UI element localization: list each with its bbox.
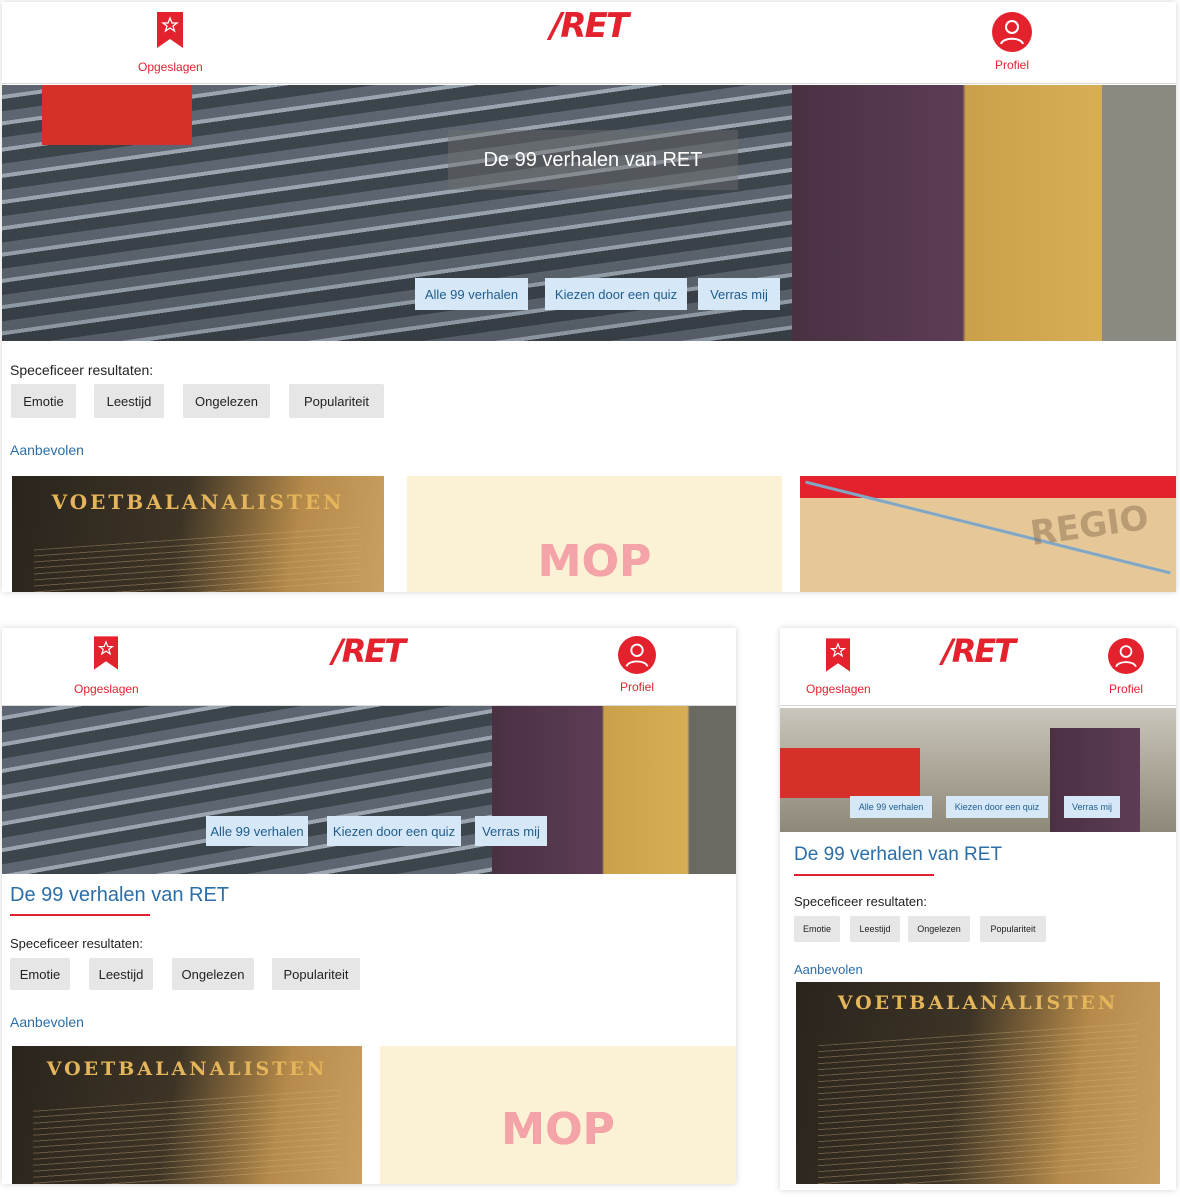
card-title: MOP (537, 536, 652, 587)
filter-ongelezen[interactable]: Ongelezen (172, 958, 254, 990)
story-card-mop[interactable]: MOP (407, 476, 782, 592)
person-figure (792, 85, 1102, 341)
story-card-voetbal[interactable]: VOETBALANALISTEN (12, 476, 384, 592)
saved-nav[interactable]: Opgeslagen (74, 636, 139, 696)
ret-logo[interactable]: /RET (332, 632, 406, 670)
site-header: Opgeslagen /RET Profiel (2, 628, 736, 706)
bookmark-star-icon (826, 638, 851, 672)
card-text-lines (33, 1089, 341, 1184)
story-card-regio[interactable]: REGIO (800, 476, 1176, 592)
title-underline (10, 914, 150, 916)
recommended-label: Aanbevolen (10, 1014, 84, 1030)
platform-edge (1102, 85, 1176, 341)
filter-label: Speceficeer resultaten: (10, 362, 154, 378)
filter-leestijd[interactable]: Leestijd (850, 916, 900, 942)
recommended-label: Aanbevolen (794, 962, 863, 977)
site-header: Opgeslagen /RET Profiel (780, 628, 1176, 706)
filter-leestijd[interactable]: Leestijd (94, 384, 164, 418)
quiz-button[interactable]: Kiezen door een quiz (946, 796, 1048, 818)
profile-nav[interactable]: Profiel (618, 636, 656, 694)
surprise-button[interactable]: Verras mij (1064, 796, 1120, 818)
all-stories-button[interactable]: Alle 99 verhalen (206, 816, 308, 846)
all-stories-button[interactable]: Alle 99 verhalen (850, 796, 932, 818)
story-card-voetbal[interactable]: VOETBALANALISTEN (796, 982, 1160, 1184)
hero-banner: Alle 99 verhalen Kiezen door een quiz Ve… (780, 708, 1176, 832)
surprise-button[interactable]: Verras mij (698, 278, 780, 310)
card-title: VOETBALANALISTEN (46, 1058, 328, 1080)
profile-label: Profiel (994, 58, 1029, 72)
surprise-button[interactable]: Verras mij (475, 816, 547, 846)
desktop-frame: Opgeslagen /RET Profiel De 99 verhalen v… (2, 2, 1176, 592)
person-figure (492, 706, 736, 874)
card-title: MOP (501, 1104, 615, 1155)
saved-label: Opgeslagen (138, 60, 203, 74)
bookmark-star-icon (157, 12, 184, 48)
saved-label: Opgeslagen (74, 682, 139, 696)
card-title: REGIO (1027, 497, 1152, 555)
filter-emotie[interactable]: Emotie (794, 916, 840, 942)
quiz-button[interactable]: Kiezen door een quiz (545, 278, 687, 310)
filter-leestijd[interactable]: Leestijd (89, 958, 153, 990)
site-header: Opgeslagen /RET Profiel (2, 2, 1176, 84)
profile-nav[interactable]: Profiel (992, 12, 1032, 72)
filter-emotie[interactable]: Emotie (10, 958, 70, 990)
story-card-mop[interactable]: MOP (380, 1046, 736, 1184)
filter-populariteit[interactable]: Populariteit (272, 958, 360, 990)
filter-populariteit[interactable]: Populariteit (289, 384, 384, 418)
ret-logo[interactable]: /RET (550, 6, 629, 46)
title-underline (794, 874, 934, 876)
tablet-frame: Opgeslagen /RET Profiel Alle 99 verhalen… (2, 628, 736, 1184)
all-stories-button[interactable]: Alle 99 verhalen (415, 278, 528, 310)
user-circle-icon (1108, 638, 1144, 674)
card-title: VOETBALANALISTEN (837, 992, 1119, 1014)
ret-logo[interactable]: /RET (942, 632, 1016, 670)
profile-label: Profiel (619, 680, 654, 694)
platform-red-wall (42, 85, 192, 145)
filter-ongelezen[interactable]: Ongelezen (908, 916, 970, 942)
mobile-frame: Opgeslagen /RET Profiel Alle 99 verhalen… (780, 628, 1176, 1190)
saved-label: Opgeslagen (806, 682, 871, 696)
recommended-label: Aanbevolen (10, 442, 84, 458)
quiz-button[interactable]: Kiezen door een quiz (327, 816, 461, 846)
saved-nav[interactable]: Opgeslagen (806, 638, 871, 696)
filter-label: Speceficeer resultaten: (10, 936, 143, 951)
profile-label: Profiel (1108, 682, 1143, 696)
filter-label: Speceficeer resultaten: (794, 894, 927, 909)
hero-title: De 99 verhalen van RET (448, 130, 738, 190)
filter-ongelezen[interactable]: Ongelezen (183, 384, 270, 418)
page-title: De 99 verhalen van RET (10, 884, 230, 906)
hero-banner: De 99 verhalen van RET Alle 99 verhalen … (2, 85, 1176, 341)
bookmark-star-icon (94, 636, 119, 670)
user-circle-icon (992, 12, 1032, 52)
hero-banner: Alle 99 verhalen Kiezen door een quiz Ve… (2, 706, 736, 874)
card-text-lines (817, 1022, 1139, 1184)
filter-emotie[interactable]: Emotie (11, 384, 76, 418)
profile-nav[interactable]: Profiel (1108, 638, 1144, 696)
card-text-lines (34, 526, 362, 592)
platform-red-wall (780, 748, 920, 798)
story-card-voetbal[interactable]: VOETBALANALISTEN (12, 1046, 362, 1184)
card-title: VOETBALANALISTEN (51, 490, 345, 514)
saved-nav[interactable]: Opgeslagen (138, 12, 203, 74)
filter-populariteit[interactable]: Populariteit (980, 916, 1046, 942)
user-circle-icon (618, 636, 656, 674)
page-title: De 99 verhalen van RET (794, 844, 1003, 865)
